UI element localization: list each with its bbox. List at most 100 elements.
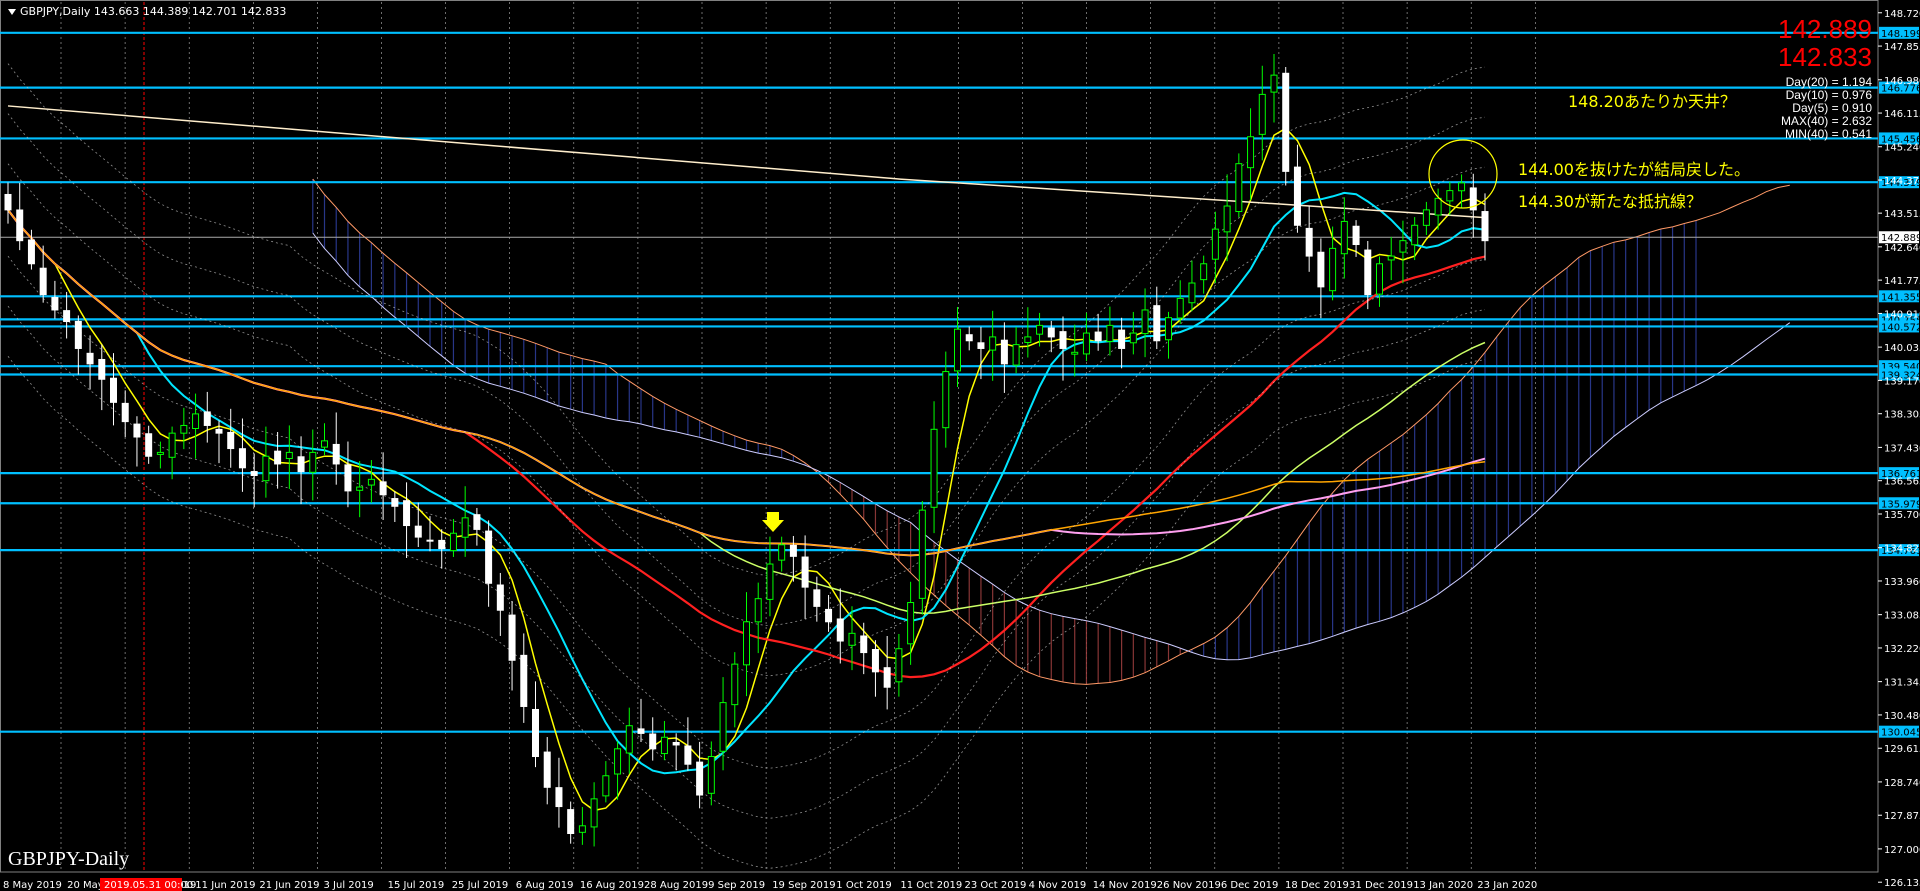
x-tick-label: 6 Aug 2019 <box>516 880 574 891</box>
envelope-line <box>7 113 1486 627</box>
y-tick-label: 129.615 <box>1884 744 1920 755</box>
candle-body <box>274 450 282 465</box>
candle-body <box>16 209 24 242</box>
candle-body <box>449 532 457 552</box>
candle <box>110 353 117 426</box>
candle-body <box>262 455 270 482</box>
candle-body <box>1411 224 1419 246</box>
candle <box>754 582 762 654</box>
candle <box>51 280 59 319</box>
candle <box>766 536 774 617</box>
horizontal-lines[interactable]: 148.199146.776145.456144.319142.889141.3… <box>0 26 1920 739</box>
candle <box>871 640 879 697</box>
candle <box>426 516 434 552</box>
time-axis[interactable]: 8 May 201920 May 201930 May 201911 Jun 2… <box>3 878 1537 891</box>
candle-body <box>203 411 211 426</box>
candle <box>555 757 563 828</box>
candle-body <box>391 498 399 507</box>
candle-body <box>520 654 528 707</box>
candle <box>989 310 997 381</box>
y-tick-label: 128.740 <box>1884 778 1920 789</box>
candle <box>1000 322 1008 393</box>
candle <box>168 426 176 480</box>
candle-body <box>1422 209 1430 226</box>
candle <box>250 453 258 508</box>
y-tick-label: 148.720 <box>1884 9 1920 20</box>
moving-averages <box>7 63 1486 869</box>
candle-body <box>1094 331 1102 342</box>
level-price-label: 140.572 <box>1881 322 1920 333</box>
candle <box>156 441 164 469</box>
y-tick-label: 136.565 <box>1884 477 1920 488</box>
candle <box>567 801 575 844</box>
x-tick-label: 14 Nov 2019 <box>1093 880 1157 891</box>
candle-body <box>1036 324 1044 335</box>
candle-body <box>238 448 246 469</box>
candle-body <box>1012 344 1020 366</box>
candle <box>614 741 622 800</box>
candle-body <box>1399 240 1407 253</box>
candle-body <box>719 702 727 752</box>
candle-body <box>614 748 622 775</box>
candle <box>1071 324 1079 377</box>
x-tick-label: 25 Jul 2019 <box>452 880 509 891</box>
stat-day5: Day(5) = 0.910 <box>1792 101 1872 115</box>
candle-body <box>1446 190 1454 202</box>
candle-body <box>297 456 305 473</box>
sma-60-line <box>7 209 1486 615</box>
chevron-down-icon[interactable] <box>8 9 16 15</box>
highlight-circle <box>1428 139 1498 209</box>
candle <box>1340 197 1348 279</box>
y-tick-label: 146.115 <box>1884 109 1920 120</box>
candle-body <box>825 608 833 623</box>
candle-body <box>1047 327 1055 338</box>
candle-body <box>438 539 446 550</box>
candle-body <box>1188 282 1196 304</box>
x-tick-label: 3 Jul 2019 <box>324 880 374 891</box>
candle-body <box>743 621 750 666</box>
candle-body <box>989 336 997 351</box>
candle-body <box>1270 74 1278 93</box>
candle <box>1247 108 1255 201</box>
candle-body <box>731 663 739 706</box>
candle <box>895 633 903 697</box>
candle-body <box>1200 263 1208 281</box>
candle-body <box>227 431 235 450</box>
candle-body <box>1434 197 1442 216</box>
candle <box>86 335 94 390</box>
candle <box>356 461 364 518</box>
candle <box>4 182 12 224</box>
watermark-label: GBPJPY-Daily <box>8 848 130 870</box>
x-tick-label: 26 Nov 2019 <box>1157 880 1221 891</box>
candle-body <box>309 451 317 473</box>
candle-body <box>602 775 610 797</box>
ask-price: 142.833 <box>1778 42 1872 72</box>
symbol-line: GBPJPY,Daily 143.663 144.389 142.701 142… <box>20 5 287 18</box>
y-tick-label: 147.855 <box>1884 42 1920 53</box>
candle <box>1258 65 1266 161</box>
candle-body <box>942 371 950 429</box>
candle <box>438 529 446 569</box>
candle <box>16 182 24 251</box>
candle <box>1141 288 1149 358</box>
candle-body <box>625 725 633 754</box>
candle-body <box>1317 251 1325 288</box>
candle-body <box>871 648 879 673</box>
candle-body <box>907 602 915 645</box>
chart-canvas: 148.199146.776145.456144.319142.889141.3… <box>0 0 1920 891</box>
senkou-a-line <box>312 178 1790 685</box>
candle-body <box>1141 309 1149 335</box>
candle-body <box>1106 324 1114 342</box>
candle <box>532 681 539 768</box>
symbol-header[interactable]: GBPJPY,Daily 143.663 144.389 142.701 142… <box>8 5 286 18</box>
stat-max40: MAX(40) = 2.632 <box>1780 114 1872 128</box>
candle-body <box>754 598 762 623</box>
note-breakout: 144.00を抜けたが結局戻した。 <box>1518 160 1750 179</box>
y-tick-label: 127.000 <box>1884 845 1920 856</box>
candle-body <box>1024 336 1032 343</box>
candle <box>731 652 739 728</box>
candle-body <box>930 428 938 508</box>
candle <box>907 581 915 665</box>
x-tick-label: 9 Sep 2019 <box>708 880 765 891</box>
candle-body <box>1293 166 1301 226</box>
